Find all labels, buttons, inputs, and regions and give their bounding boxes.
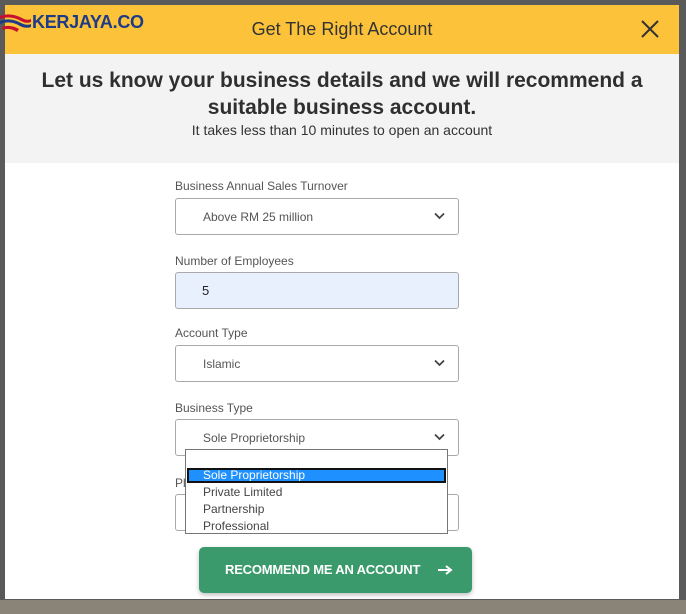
intro-subheading: It takes less than 10 minutes to open an…	[191, 122, 493, 138]
dropdown-option[interactable]: Partnership	[187, 502, 446, 517]
arrow-right-icon	[438, 565, 453, 575]
business-type-value: Sole Proprietorship	[203, 431, 306, 445]
intro-section: Let us know your business details and we…	[5, 54, 679, 163]
dropdown-option[interactable]: Professional	[187, 519, 446, 534]
employees-value: 5	[202, 283, 210, 298]
account-type-select[interactable]: Islamic	[175, 345, 459, 382]
close-icon	[641, 20, 659, 38]
sales-turnover-select[interactable]: Above RM 25 million	[175, 198, 459, 235]
account-recommendation-modal: Get The Right Account Let us know your b…	[5, 5, 679, 599]
business-type-label: Business Type	[175, 401, 253, 415]
logo-text: KERJAYA.CO	[32, 12, 144, 32]
recommend-account-button[interactable]: RECOMMEND ME AN ACCOUNT	[199, 547, 472, 593]
chevron-down-icon	[434, 212, 445, 220]
business-type-dropdown: Sole Proprietorship Private Limited Part…	[185, 449, 448, 534]
chevron-down-icon	[434, 359, 445, 367]
account-type-value: Islamic	[203, 357, 241, 371]
sales-turnover-value: Above RM 25 million	[203, 210, 314, 224]
dropdown-option[interactable]: Sole Proprietorship	[187, 468, 446, 483]
close-button[interactable]	[635, 14, 665, 44]
intro-heading: Let us know your business details and we…	[41, 69, 643, 119]
kerjaya-logo[interactable]: KERJAYA.CO	[0, 6, 150, 36]
dropdown-option[interactable]: Private Limited	[187, 485, 446, 500]
recommend-button-label: RECOMMEND ME AN ACCOUNT	[225, 562, 421, 577]
employees-input[interactable]: 5	[175, 272, 459, 309]
malaysia-flag-icon	[0, 14, 31, 32]
employees-label: Number of Employees	[175, 254, 294, 268]
sales-turnover-label: Business Annual Sales Turnover	[175, 179, 348, 193]
chevron-down-icon	[434, 433, 445, 441]
page-backdrop	[0, 600, 686, 614]
account-type-label: Account Type	[175, 326, 248, 340]
